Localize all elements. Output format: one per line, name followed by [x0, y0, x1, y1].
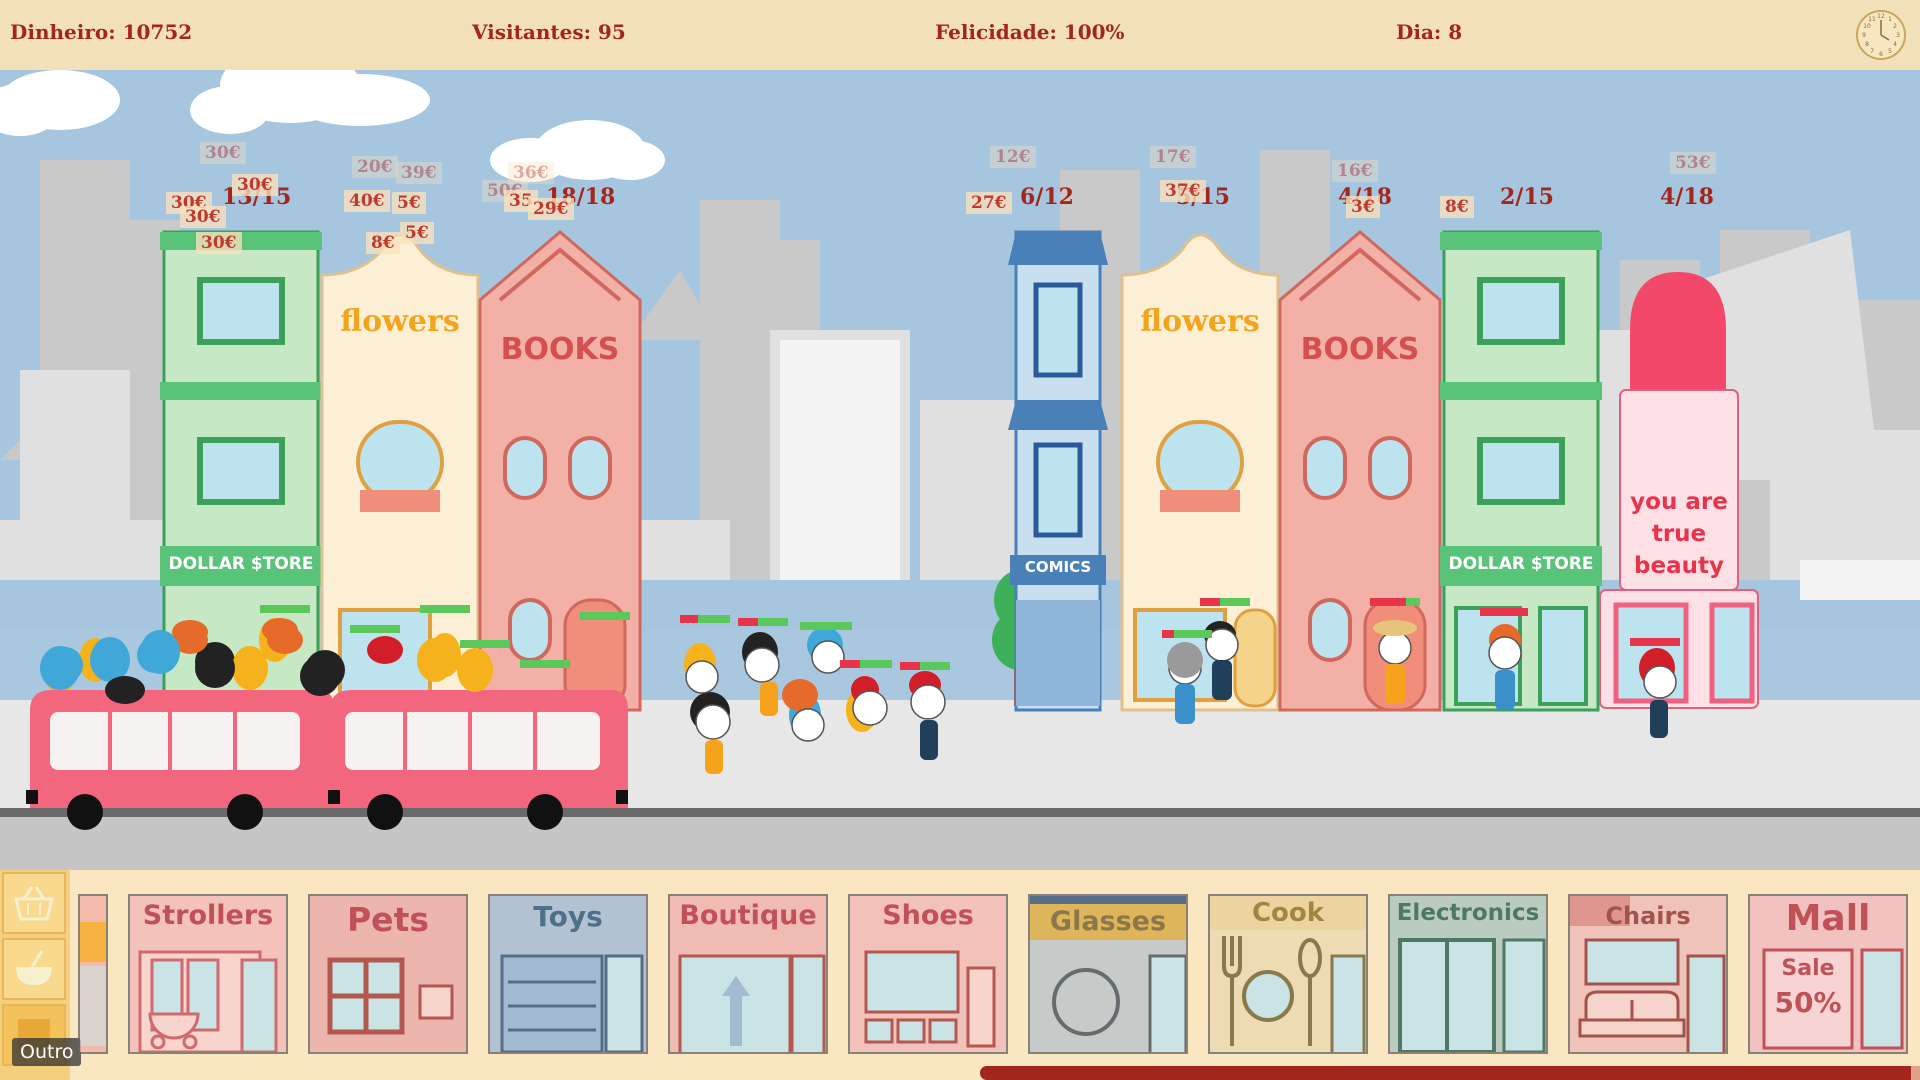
svg-text:4: 4 [1893, 41, 1897, 48]
flowers-2-sign: flowers [1140, 304, 1260, 339]
shop-capacity: 2/15 [1500, 184, 1554, 210]
price-tag: 53€ [1670, 152, 1716, 174]
beauty-sign-line: you are [1630, 489, 1728, 515]
pets-card[interactable]: Pets [308, 894, 468, 1054]
strollers-card[interactable]: Strollers [128, 894, 288, 1054]
svg-text:9: 9 [1862, 32, 1866, 39]
price-tag: 37€ [1160, 180, 1206, 202]
flowers-sign: flowers [340, 304, 460, 339]
shoes-card[interactable]: Shoes [848, 894, 1008, 1054]
price-tag: 30€ [200, 142, 246, 164]
bowl-tab[interactable] [2, 938, 66, 1000]
visitors-counter: Visitantes: 95 [472, 20, 626, 44]
category-tabs: Outro [0, 870, 82, 1080]
svg-text:5: 5 [1888, 48, 1892, 55]
price-tag: 12€ [990, 146, 1036, 168]
electronics-card[interactable]: Electronics [1388, 894, 1548, 1054]
comics-building [1008, 230, 1108, 712]
mall-card-label: Mall [1785, 898, 1871, 939]
bowl-icon [16, 950, 52, 985]
shop-capacity: 4/18 [1660, 184, 1714, 210]
shop-card-partial[interactable] [78, 894, 108, 1054]
beauty-sign: you are true beauty [1620, 486, 1738, 582]
glasses-card[interactable]: Glasses [1028, 894, 1188, 1054]
glasses-card-label: Glasses [1049, 906, 1167, 937]
svg-text:7: 7 [1870, 48, 1874, 55]
dollar-store-2-sign: DOLLAR $TORE [1448, 554, 1594, 574]
svg-text:6: 6 [1879, 51, 1883, 58]
price-tag: 20€ [352, 156, 398, 178]
price-tag: 40€ [344, 190, 390, 212]
toys-card-label: Toys [533, 900, 603, 933]
price-tag: 8€ [366, 232, 400, 254]
price-tag: 3€ [1346, 196, 1380, 218]
beauty-sign-line: true [1651, 521, 1707, 547]
price-tag: 30€ [180, 206, 226, 228]
svg-text:2: 2 [1893, 23, 1897, 30]
mall-sale-label: Sale [1781, 956, 1835, 981]
price-tag: 30€ [232, 174, 278, 196]
shop-card-partial-art [80, 922, 106, 1046]
chairs-card-label: Chairs [1605, 902, 1691, 930]
svg-text:8: 8 [1865, 41, 1869, 48]
shop-capacity: 6/12 [1020, 184, 1074, 210]
price-tag: 8€ [1440, 196, 1474, 218]
shoes-card-label: Shoes [882, 900, 974, 931]
books-2-sign: BOOKS [1300, 332, 1420, 367]
books-building [478, 230, 642, 712]
svg-text:3: 3 [1896, 32, 1900, 39]
comics-sign: COMICS [1024, 558, 1092, 576]
clock-icon[interactable]: 12 3 6 9 12 45 78 1011 [1854, 8, 1908, 62]
price-tag: 16€ [1332, 160, 1378, 182]
cook-card[interactable]: Cook [1208, 894, 1368, 1054]
price-tag: 5€ [400, 222, 434, 244]
svg-text:12: 12 [1877, 13, 1885, 20]
day-counter: Dia: 8 [1396, 20, 1463, 44]
dollar-store-sign: DOLLAR $TORE [168, 554, 314, 574]
basket-icon [14, 886, 54, 921]
mall-card[interactable]: Mall Sale 50% [1748, 894, 1908, 1054]
price-tag: 17€ [1150, 146, 1196, 168]
dollar-store-2-building [1440, 230, 1602, 712]
boutique-card-label: Boutique [679, 900, 817, 931]
svg-text:10: 10 [1863, 23, 1871, 30]
mall-discount-label: 50% [1774, 986, 1842, 1019]
books-2-building [1278, 230, 1442, 712]
books-sign: BOOKS [500, 332, 620, 367]
price-tag: 29€ [528, 198, 574, 220]
basket-tab[interactable] [2, 872, 66, 934]
price-tag: 30€ [196, 232, 242, 254]
progress-bar [980, 1066, 1920, 1080]
price-tag: 27€ [966, 192, 1012, 214]
toys-card[interactable]: Toys [488, 894, 648, 1054]
money-counter: Dinheiro: 10752 [10, 20, 193, 44]
price-tag: 5€ [392, 192, 426, 214]
happiness-counter: Felicidade: 100% [935, 20, 1125, 44]
beauty-sign-line: beauty [1634, 553, 1724, 579]
street-scene: DOLLAR $TORE flowers BOOKS COMICS flower… [0, 70, 1920, 870]
svg-text:11: 11 [1868, 16, 1876, 23]
category-label: Outro [12, 1038, 82, 1066]
cook-card-label: Cook [1251, 898, 1325, 928]
chairs-card[interactable]: Chairs [1568, 894, 1728, 1054]
strollers-card-label: Strollers [142, 900, 274, 931]
shop-build-bar: Outro Strollers Pets Toys Boutique Shoes… [0, 870, 1920, 1080]
price-tag: 39€ [396, 162, 442, 184]
svg-text:1: 1 [1888, 16, 1892, 23]
electronics-card-label: Electronics [1396, 900, 1540, 926]
pets-card-label: Pets [347, 900, 429, 939]
hud-bar: Dinheiro: 10752 Visitantes: 95 Felicidad… [0, 0, 1920, 70]
boutique-card[interactable]: Boutique [668, 894, 828, 1054]
progress-fill [980, 1066, 1911, 1080]
